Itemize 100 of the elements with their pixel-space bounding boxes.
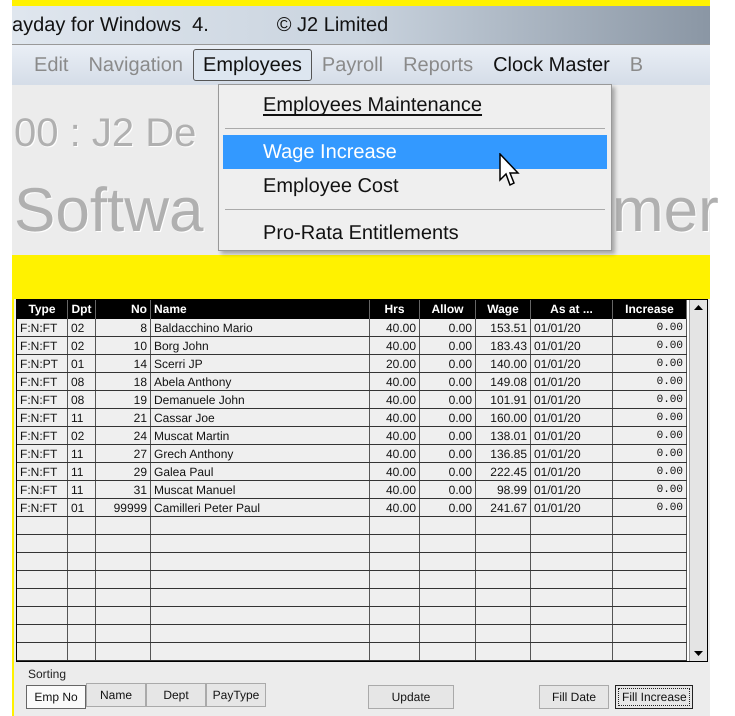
table-cell: 01/01/20 (531, 391, 613, 408)
table-cell: 153.51 (476, 319, 531, 336)
table-cell: F:N:PT (17, 355, 68, 372)
table-cell: F:N:FT (17, 337, 68, 354)
table-cell: 40.00 (370, 481, 420, 498)
table-cell: F:N:FT (17, 463, 68, 480)
background-title: Softwa (14, 180, 204, 242)
table-cell: 149.08 (476, 373, 531, 390)
table-cell: 11 (68, 409, 96, 426)
table-cell: Baldacchino Mario (151, 319, 370, 336)
action-button[interactable]: Fill Date (539, 685, 609, 709)
table-cell: 241.67 (476, 499, 531, 516)
action-button[interactable]: Update (368, 685, 454, 709)
scrollbar[interactable] (689, 300, 707, 661)
table-cell: F:N:FT (17, 481, 68, 498)
menu-option[interactable]: Employee Cost (223, 169, 607, 203)
table-cell: F:N:FT (17, 409, 68, 426)
table-row[interactable]: F:N:FT 01 99999 Camilleri Peter Paul 40.00 0.00 241.67 01/01/20 0.00 (17, 499, 687, 517)
table-row[interactable]: F:N:FT 02 10 Borg John 40.00 0.00 183.43 01/01/20 0.00 (17, 337, 687, 355)
action-button[interactable]: Fill Increase (615, 685, 693, 709)
table-cell: 11 (68, 463, 96, 480)
table-row[interactable]: F:N:FT 11 31 Muscat Manuel 40.00 0.00 98.99 01/01/20 0.00 (17, 481, 687, 499)
table-row[interactable]: F:N:PT 01 14 Scerri JP 20.00 0.00 140.00 01/01/20 0.00 (17, 355, 687, 373)
table-cell: 01/01/20 (531, 427, 613, 444)
table-cell: 27 (96, 445, 151, 462)
table-cell: 0.00 (613, 391, 687, 408)
table-cell: 01/01/20 (531, 337, 613, 354)
table-cell: 11 (68, 481, 96, 498)
table-cell: 29 (96, 463, 151, 480)
table-row[interactable]: F:N:FT 08 19 Demanuele John 40.00 0.00 101.91 01/01/20 0.00 (17, 391, 687, 409)
table-cell: Galea Paul (151, 463, 370, 480)
menu-item[interactable]: Clock Master (483, 49, 620, 81)
table-cell: 40.00 (370, 445, 420, 462)
table-cell: 19 (96, 391, 151, 408)
table-cell: Borg John (151, 337, 370, 354)
sorting-label: Sorting (28, 666, 68, 683)
table-row[interactable]: F:N:FT 11 29 Galea Paul 40.00 0.00 222.45 01/01/20 0.00 (17, 463, 687, 481)
table-cell: 0.00 (613, 355, 687, 372)
table-cell: 01 (68, 355, 96, 372)
table-cell: 0.00 (613, 481, 687, 498)
background-title: 00 : J2 De (14, 110, 196, 157)
table-row[interactable]: F:N:FT 02 8 Baldacchino Mario 40.00 0.00 153.51 01/01/20 0.00 (17, 319, 687, 337)
table-cell: 101.91 (476, 391, 531, 408)
table-cell: 31 (96, 481, 151, 498)
table-cell: 0.00 (420, 337, 476, 354)
sort-button[interactable]: Emp No (26, 685, 86, 709)
table-cell: 0.00 (613, 499, 687, 516)
table-cell: F:N:FT (17, 391, 68, 408)
table-cell: 14 (96, 355, 151, 372)
table-cell: 222.45 (476, 463, 531, 480)
table-cell: 0.00 (420, 391, 476, 408)
table-cell: 02 (68, 427, 96, 444)
table-cell: 01/01/20 (531, 463, 613, 480)
table-cell: 02 (68, 337, 96, 354)
table-cell: 0.00 (613, 337, 687, 354)
table-row[interactable]: F:N:FT 11 27 Grech Anthony 40.00 0.00 136.85 01/01/20 0.00 (17, 445, 687, 463)
table-cell: 20.00 (370, 355, 420, 372)
table-cell: 01/01/20 (531, 481, 613, 498)
table-cell: 0.00 (613, 319, 687, 336)
table-row[interactable]: F:N:FT 08 18 Abela Anthony 40.00 0.00 149.08 01/01/20 0.00 (17, 373, 687, 391)
sort-button[interactable]: Dept (146, 683, 206, 707)
menu-item[interactable]: Employees (192, 49, 312, 81)
table-cell: 0.00 (420, 355, 476, 372)
table-cell: 01/01/20 (531, 355, 613, 372)
table-row[interactable]: F:N:FT 02 24 Muscat Martin 40.00 0.00 138.01 01/01/20 0.00 (17, 427, 687, 445)
table-cell: 40.00 (370, 463, 420, 480)
sort-button[interactable]: Name (86, 683, 146, 707)
menu-option[interactable]: Employees Maintenance (223, 88, 607, 122)
table-cell: 08 (68, 373, 96, 390)
table-cell: 02 (68, 319, 96, 336)
table-cell: 40.00 (370, 337, 420, 354)
table-cell: 0.00 (420, 481, 476, 498)
table-cell: F:N:FT (17, 499, 68, 516)
table-cell: Scerri JP (151, 355, 370, 372)
table-cell: 0.00 (420, 427, 476, 444)
sort-button[interactable]: PayType (206, 683, 266, 707)
menu-option[interactable]: Pro-Rata Entitlements (223, 216, 607, 250)
table-cell: Camilleri Peter Paul (151, 499, 370, 516)
table-cell: 40.00 (370, 373, 420, 390)
table-cell: 01/01/20 (531, 499, 613, 516)
table-cell: F:N:FT (17, 373, 68, 390)
table-cell: 40.00 (370, 319, 420, 336)
table-cell: 0.00 (420, 373, 476, 390)
cursor-icon (499, 153, 521, 187)
table-cell: 136.85 (476, 445, 531, 462)
table-cell: 0.00 (420, 499, 476, 516)
table-cell: F:N:FT (17, 319, 68, 336)
table-cell: 40.00 (370, 409, 420, 426)
table-cell: 0.00 (420, 463, 476, 480)
table-cell: Grech Anthony (151, 445, 370, 462)
table-cell: 18 (96, 373, 151, 390)
table-cell: 0.00 (613, 445, 687, 462)
table-cell: 0.00 (613, 427, 687, 444)
table-cell: Cassar Joe (151, 409, 370, 426)
copyright-text: © J2 Limited (276, 13, 388, 38)
table-cell: Demanuele John (151, 391, 370, 408)
table-cell: Muscat Manuel (151, 481, 370, 498)
table-row[interactable]: F:N:FT 11 21 Cassar Joe 40.00 0.00 160.00 01/01/20 0.00 (17, 409, 687, 427)
table-cell: 10 (96, 337, 151, 354)
table-cell: 21 (96, 409, 151, 426)
